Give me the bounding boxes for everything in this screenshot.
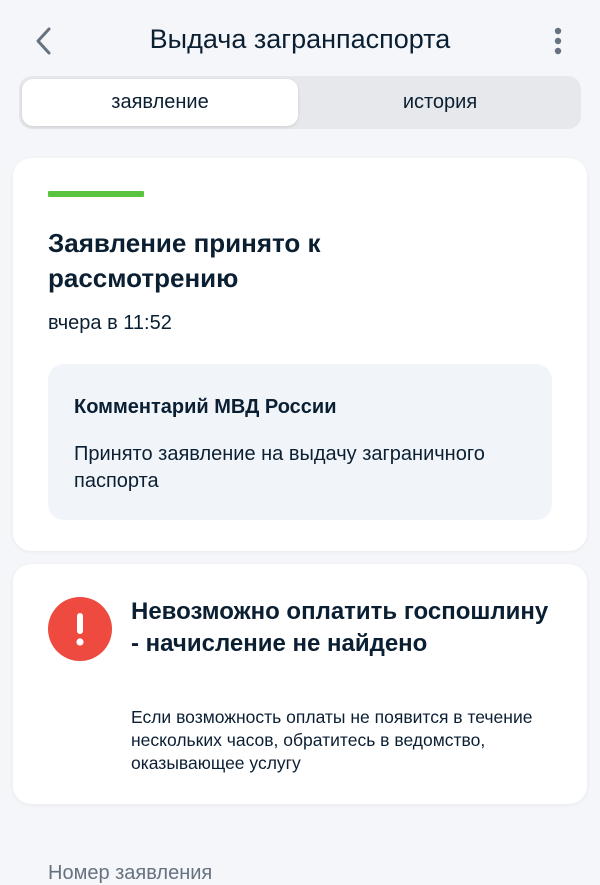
tab-switcher: заявление история <box>19 76 581 129</box>
status-card: Заявление принято к рассмотрению вчера в… <box>13 158 587 551</box>
status-progress-bar <box>48 191 144 197</box>
app-header: Выдача загранпаспорта <box>0 0 600 78</box>
tab-application[interactable]: заявление <box>22 79 298 126</box>
payment-alert-card: Невозможно оплатить госпошлину - начисле… <box>13 564 587 804</box>
error-icon <box>48 597 112 661</box>
status-title: Заявление принято к рассмотрению <box>48 228 321 293</box>
application-number-label: Номер заявления <box>48 862 213 884</box>
comment-title: Комментарий МВД России <box>74 396 337 418</box>
status-date: вчера в 11:52 <box>48 312 172 334</box>
more-vertical-icon <box>554 27 562 55</box>
comment-block: Комментарий МВД России Принято заявление… <box>48 364 552 520</box>
alert-text: Если возможность оплаты не появится в те… <box>131 707 533 773</box>
tab-history[interactable]: история <box>302 79 578 126</box>
more-options-button[interactable] <box>545 24 571 58</box>
page-title: Выдача загранпаспорта <box>149 24 451 54</box>
comment-text: Принято заявление на выдачу заграничного… <box>74 443 485 492</box>
alert-title: Невозможно оплатить госпошлину - начисле… <box>131 598 549 657</box>
